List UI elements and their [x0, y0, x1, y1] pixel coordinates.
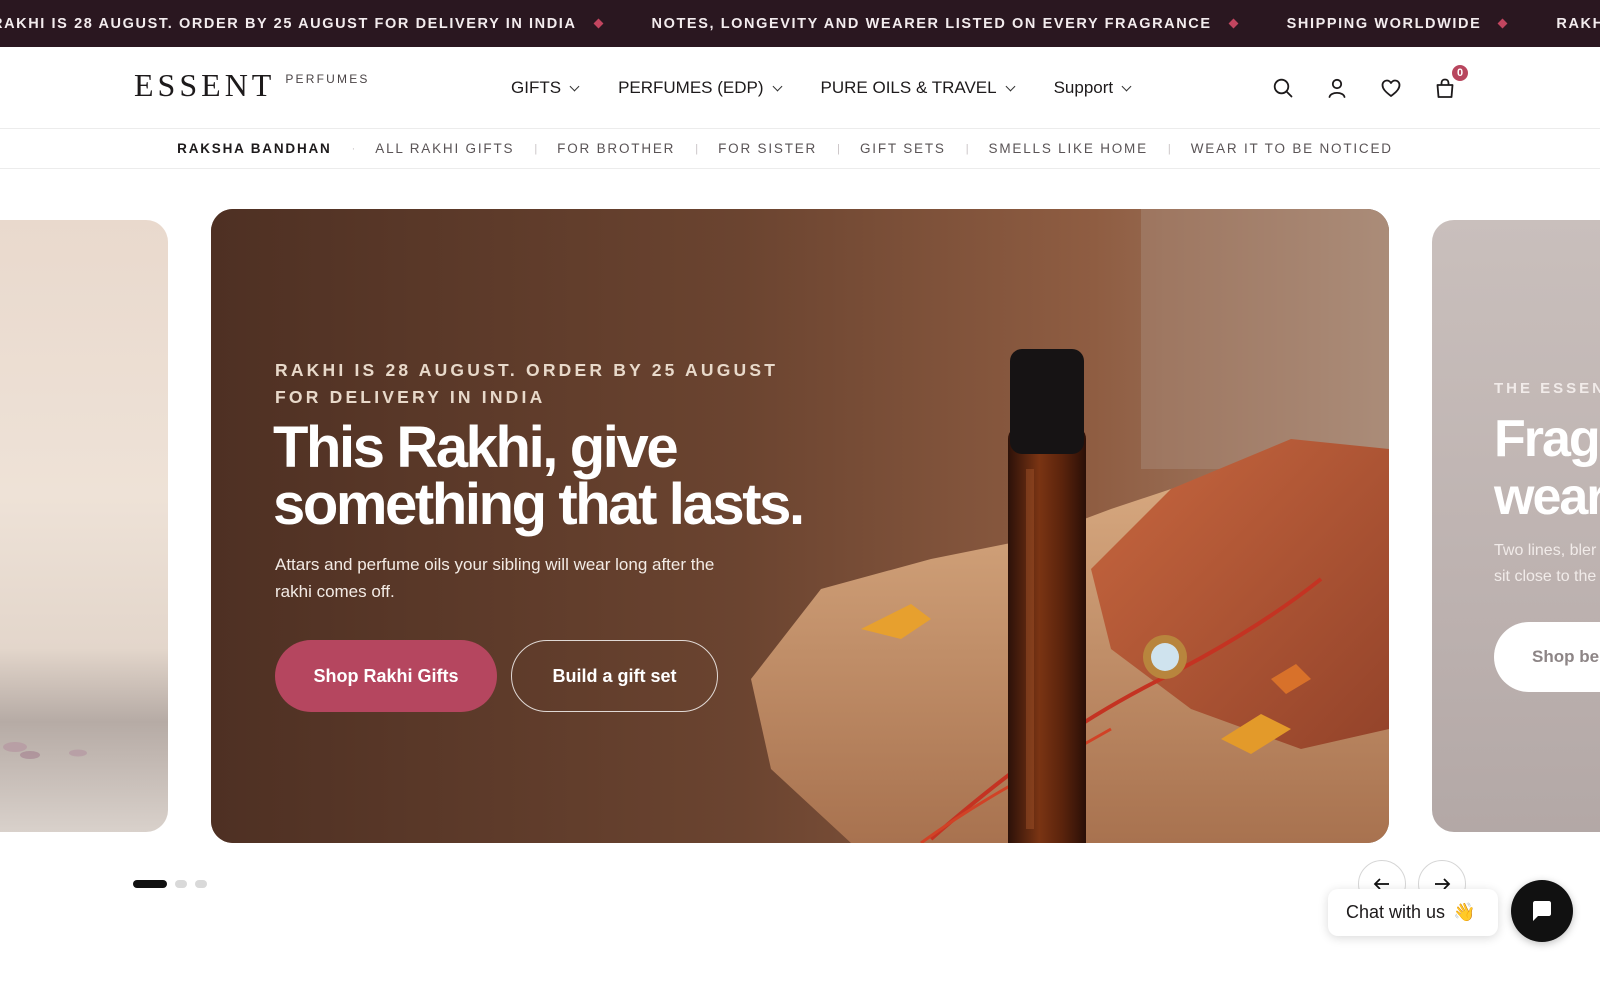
diamond-icon: [1228, 18, 1239, 29]
next-slide-eyebrow: THE ESSEN: [1494, 380, 1600, 397]
sub-navigation: RAKSHA BANDHAN · ALL RAKHI GIFTS | FOR B…: [0, 129, 1600, 169]
next-slide-title-line: wear: [1494, 468, 1600, 526]
nav-item-gifts[interactable]: GIFTS: [511, 78, 580, 98]
sub-navigation-items: RAKSHA BANDHAN · ALL RAKHI GIFTS | FOR B…: [177, 141, 1393, 156]
chat-bubble-icon: [1533, 901, 1551, 921]
carousel-dot-2[interactable]: [175, 880, 187, 888]
subnav-divider: |: [1167, 142, 1171, 155]
subnav-item-all-rakhi-gifts[interactable]: ALL RAKHI GIFTS: [375, 141, 514, 156]
subnav-divider: |: [837, 142, 840, 155]
next-slide-peek[interactable]: THE ESSEN Frag wear Two lines, bler sit …: [1432, 220, 1600, 832]
nav-label: Support: [1053, 78, 1114, 97]
next-slide-title-line: Frag: [1494, 410, 1600, 468]
subnav-divider: |: [534, 142, 538, 155]
build-gift-set-button[interactable]: Build a gift set: [511, 640, 718, 712]
brand-logo[interactable]: ESSENT PERFUMES: [134, 69, 370, 101]
header-icons: 0: [1270, 47, 1470, 129]
subnav-divider: ·: [351, 142, 356, 155]
chevron-down-icon: [772, 81, 782, 91]
announcement-text: NOTES, LONGEVITY AND WEARER LISTED ON EV…: [651, 15, 1212, 32]
hero-description: Attars and perfume oils your sibling wil…: [275, 555, 715, 601]
next-slide-description-line: Two lines, bler: [1494, 542, 1597, 559]
announcement-item: RAKHI IS 28 AUGUST. ORDER BY 25 AUGUST F…: [1556, 16, 1600, 32]
hero-title: This Rakhi, give something that lasts.: [273, 415, 805, 537]
subnav-item-smells-like-home[interactable]: SMELLS LIKE HOME: [989, 141, 1148, 156]
announcement-item: NOTES, LONGEVITY AND WEARER LISTED ON EV…: [652, 16, 1287, 32]
nav-item-pure-oils-travel[interactable]: PURE OILS & TRAVEL: [820, 78, 1016, 98]
shop-rakhi-gifts-button[interactable]: Shop Rakhi Gifts: [275, 640, 497, 712]
waving-hand-icon: 👋: [1453, 902, 1476, 922]
diamond-icon: [593, 18, 603, 29]
subnav-item-for-brother[interactable]: FOR BROTHER: [557, 141, 675, 156]
nav-label: GIFTS: [511, 78, 562, 97]
subnav-item-raksha-bandhan[interactable]: RAKSHA BANDHAN: [177, 141, 331, 156]
subnav-divider: |: [965, 142, 969, 155]
nav-label: PURE OILS & TRAVEL: [820, 78, 997, 97]
chat-with-us-label[interactable]: Chat with us 👋: [1328, 889, 1498, 936]
subnav-item-for-sister[interactable]: FOR SISTER: [718, 141, 817, 156]
subnav-item-gift-sets[interactable]: GIFT SETS: [860, 141, 946, 156]
account-icon[interactable]: [1324, 75, 1350, 101]
nav-label: PERFUMES (EDP): [618, 78, 764, 97]
search-icon[interactable]: [1270, 75, 1296, 101]
hero-slide: RAKHI IS 28 AUGUST. ORDER BY 25 AUGUST F…: [211, 209, 1389, 843]
flower-petals-image: [3, 742, 87, 759]
previous-slide-peek[interactable]: [0, 220, 168, 832]
announcement-text: SHIPPING WORLDWIDE: [1286, 15, 1482, 32]
logo-subtitle: PERFUMES: [285, 72, 370, 86]
cart-bag-icon[interactable]: 0: [1432, 63, 1470, 101]
main-navigation: GIFTS PERFUMES (EDP) PURE OILS & TRAVEL …: [511, 47, 1170, 129]
carousel-dot-1[interactable]: [133, 880, 167, 888]
subnav-divider: |: [695, 142, 699, 155]
announcement-item: SHIPPING WORLDWIDE: [1287, 16, 1557, 32]
announcement-item: RAKHI IS 28 AUGUST. ORDER BY 25 AUGUST F…: [0, 16, 652, 32]
carousel-dot-3[interactable]: [195, 880, 207, 888]
diamond-icon: [1497, 18, 1508, 29]
next-slide-description-line: sit close to the: [1494, 568, 1597, 585]
wishlist-heart-icon[interactable]: [1378, 75, 1404, 101]
chevron-down-icon: [1121, 81, 1132, 91]
next-slide-cta-button[interactable]: Shop be: [1494, 622, 1600, 692]
announcement-text: RAKHI IS 28 AUGUST. ORDER BY 25 AUGUST F…: [0, 15, 577, 32]
chat-launcher-button[interactable]: [1511, 880, 1573, 942]
next-slide-description: Two lines, bler sit close to the: [1494, 538, 1596, 590]
announcement-text: RAKHI IS 28 AUGUST. ORDER BY 25 AUGUST F…: [1556, 15, 1600, 32]
subnav-item-wear-it-to-be-noticed[interactable]: WEAR IT TO BE NOTICED: [1191, 141, 1393, 156]
site-header: ESSENT PERFUMES GIFTS PERFUMES (EDP) PUR…: [0, 47, 1600, 129]
logo-wordmark: ESSENT: [134, 67, 276, 103]
chevron-down-icon: [1005, 81, 1016, 91]
next-slide-title: Frag wear: [1494, 410, 1600, 526]
cart-count-badge: 0: [1450, 63, 1470, 83]
nav-item-support[interactable]: Support: [1053, 78, 1132, 98]
carousel-pagination: [133, 880, 207, 888]
chat-label-text: Chat with us: [1346, 902, 1446, 922]
hero-eyebrow: RAKHI IS 28 AUGUST. ORDER BY 25 AUGUST F…: [275, 360, 779, 407]
nav-item-perfumes[interactable]: PERFUMES (EDP): [618, 78, 782, 98]
announcement-track: RAKHI IS 28 AUGUST. ORDER BY 25 AUGUST F…: [0, 0, 1600, 47]
chevron-down-icon: [569, 81, 580, 91]
announcement-bar: RAKHI IS 28 AUGUST. ORDER BY 25 AUGUST F…: [0, 0, 1600, 47]
